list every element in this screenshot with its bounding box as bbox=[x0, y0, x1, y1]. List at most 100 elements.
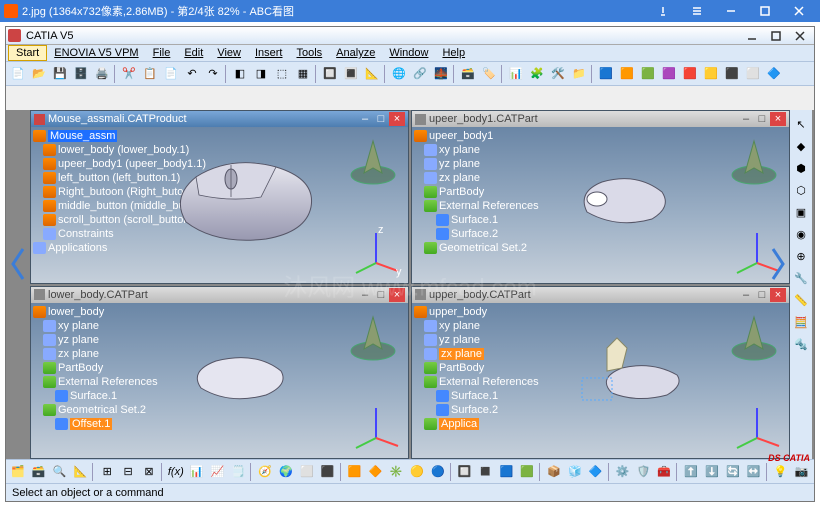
tb-undo-icon[interactable]: ↶ bbox=[182, 64, 202, 84]
tb-btn9[interactable]: 🔗 bbox=[410, 64, 430, 84]
tb-btn12[interactable]: 🏷️ bbox=[479, 64, 499, 84]
viewer-menu-icon[interactable] bbox=[680, 0, 714, 22]
pane-minimize-icon[interactable]: – bbox=[738, 112, 754, 126]
tb-btn15[interactable]: 🛠️ bbox=[548, 64, 568, 84]
tb-redo-icon[interactable]: ↷ bbox=[203, 64, 223, 84]
pane-maximize-icon[interactable]: □ bbox=[373, 288, 389, 302]
tb-btn22[interactable]: 🟨 bbox=[701, 64, 721, 84]
rt-btn9[interactable]: 📏 bbox=[791, 290, 811, 310]
rt-btn4[interactable]: ⬡ bbox=[791, 180, 811, 200]
bt3[interactable]: 🔍 bbox=[50, 462, 70, 482]
menu-file[interactable]: File bbox=[146, 46, 178, 60]
bt16[interactable]: 🟧 bbox=[345, 462, 365, 482]
tb-btn5[interactable]: 🔲 bbox=[320, 64, 340, 84]
tb-btn8[interactable]: 🌐 bbox=[389, 64, 409, 84]
pane-titlebar[interactable]: upeer_body1.CATPart – □ × bbox=[412, 111, 789, 127]
tb-btn3[interactable]: ⬚ bbox=[272, 64, 292, 84]
menu-start[interactable]: Start bbox=[8, 45, 47, 61]
tb-btn21[interactable]: 🟥 bbox=[680, 64, 700, 84]
bt7[interactable]: ⊠ bbox=[139, 462, 159, 482]
bt29[interactable]: 🛡️ bbox=[634, 462, 654, 482]
tb-btn1[interactable]: ◧ bbox=[230, 64, 250, 84]
menu-analyze[interactable]: Analyze bbox=[329, 46, 382, 60]
bt1[interactable]: 🗂️ bbox=[8, 462, 28, 482]
bt23[interactable]: 🟦 bbox=[496, 462, 516, 482]
bt5[interactable]: ⊞ bbox=[97, 462, 117, 482]
model-mouse-assembly[interactable] bbox=[161, 147, 331, 257]
viewer-minimize-button[interactable] bbox=[714, 0, 748, 22]
catia-maximize-button[interactable] bbox=[764, 28, 788, 44]
rt-btn10[interactable]: 🧮 bbox=[791, 312, 811, 332]
pane-titlebar[interactable]: lower_body.CATPart – □ × bbox=[31, 287, 408, 303]
bt32[interactable]: ⬇️ bbox=[702, 462, 722, 482]
tb-btn7[interactable]: 📐 bbox=[362, 64, 382, 84]
bt25[interactable]: 📦 bbox=[544, 462, 564, 482]
pane-minimize-icon[interactable]: – bbox=[357, 288, 373, 302]
tb-open-icon[interactable]: 📂 bbox=[29, 64, 49, 84]
bt2[interactable]: 🗃️ bbox=[29, 462, 49, 482]
bt24[interactable]: 🟩 bbox=[517, 462, 537, 482]
bt4[interactable]: 📐 bbox=[71, 462, 91, 482]
catia-close-button[interactable] bbox=[788, 28, 812, 44]
bt13[interactable]: 🌍 bbox=[276, 462, 296, 482]
menu-insert[interactable]: Insert bbox=[248, 46, 290, 60]
bt26[interactable]: 🧊 bbox=[565, 462, 585, 482]
tb-btn13[interactable]: 📊 bbox=[506, 64, 526, 84]
bt14[interactable]: ⬜ bbox=[297, 462, 317, 482]
bt20[interactable]: 🔵 bbox=[428, 462, 448, 482]
viewer-pin-icon[interactable] bbox=[646, 0, 680, 22]
rt-btn2[interactable]: ◆ bbox=[791, 136, 811, 156]
menu-tools[interactable]: Tools bbox=[289, 46, 329, 60]
compass-icon[interactable] bbox=[346, 309, 400, 363]
bt15[interactable]: ⬛ bbox=[318, 462, 338, 482]
tb-btn11[interactable]: 🗃️ bbox=[458, 64, 478, 84]
bt34[interactable]: ↔️ bbox=[744, 462, 764, 482]
bt31[interactable]: ⬆️ bbox=[681, 462, 701, 482]
tb-btn6[interactable]: 🔳 bbox=[341, 64, 361, 84]
tb-btn17[interactable]: 🟦 bbox=[596, 64, 616, 84]
menu-help[interactable]: Help bbox=[435, 46, 472, 60]
tb-btn10[interactable]: 🌉 bbox=[431, 64, 451, 84]
bt35[interactable]: 💡 bbox=[771, 462, 791, 482]
pane-maximize-icon[interactable]: □ bbox=[373, 112, 389, 126]
menu-edit[interactable]: Edit bbox=[177, 46, 210, 60]
tb-paste-icon[interactable]: 📄 bbox=[161, 64, 181, 84]
model-lower-body[interactable] bbox=[181, 343, 301, 413]
menu-enovia[interactable]: ENOVIA V5 VPM bbox=[47, 46, 145, 60]
viewer-close-button[interactable] bbox=[782, 0, 816, 22]
bt33[interactable]: 🔄 bbox=[723, 462, 743, 482]
bt9[interactable]: 📊 bbox=[187, 462, 207, 482]
tb-btn16[interactable]: 📁 bbox=[569, 64, 589, 84]
tb-btn4[interactable]: ▦ bbox=[293, 64, 313, 84]
bt18[interactable]: ✳️ bbox=[386, 462, 406, 482]
rt-btn3[interactable]: ⬢ bbox=[791, 158, 811, 178]
tb-btn24[interactable]: ⬜ bbox=[743, 64, 763, 84]
pane-close-icon[interactable]: × bbox=[389, 112, 405, 126]
bt22[interactable]: ◼️ bbox=[476, 462, 496, 482]
pane-titlebar[interactable]: upper_body.CATPart – □ × bbox=[412, 287, 789, 303]
catia-minimize-button[interactable] bbox=[740, 28, 764, 44]
pane-titlebar[interactable]: Mouse_assmali.CATProduct – □ × bbox=[31, 111, 408, 127]
rt-btn5[interactable]: ▣ bbox=[791, 202, 811, 222]
pane-minimize-icon[interactable]: – bbox=[357, 112, 373, 126]
tb-save-icon[interactable]: 💾 bbox=[50, 64, 70, 84]
bt28[interactable]: ⚙️ bbox=[613, 462, 633, 482]
tb-print-icon[interactable]: 🖨️ bbox=[92, 64, 112, 84]
model-upper-body1[interactable] bbox=[572, 167, 682, 237]
rt-btn11[interactable]: 🔩 bbox=[791, 334, 811, 354]
tree-upper-body[interactable]: upper_body xy plane yz plane zx plane Pa… bbox=[414, 305, 539, 431]
bt10[interactable]: 📈 bbox=[208, 462, 228, 482]
rt-btn8[interactable]: 🔧 bbox=[791, 268, 811, 288]
tb-btn19[interactable]: 🟩 bbox=[638, 64, 658, 84]
viewer-next-arrow[interactable] bbox=[766, 234, 790, 294]
bt19[interactable]: 🟡 bbox=[407, 462, 427, 482]
menu-view[interactable]: View bbox=[210, 46, 248, 60]
bt36[interactable]: 📷 bbox=[791, 462, 811, 482]
pane-minimize-icon[interactable]: – bbox=[738, 288, 754, 302]
menu-window[interactable]: Window bbox=[382, 46, 435, 60]
tb-cut-icon[interactable]: ✂️ bbox=[119, 64, 139, 84]
bt30[interactable]: 🧰 bbox=[654, 462, 674, 482]
tree-upper-body1[interactable]: upeer_body1 xy plane yz plane zx plane P… bbox=[414, 129, 539, 255]
tb-btn23[interactable]: ⬛ bbox=[722, 64, 742, 84]
compass-icon[interactable] bbox=[727, 133, 781, 187]
